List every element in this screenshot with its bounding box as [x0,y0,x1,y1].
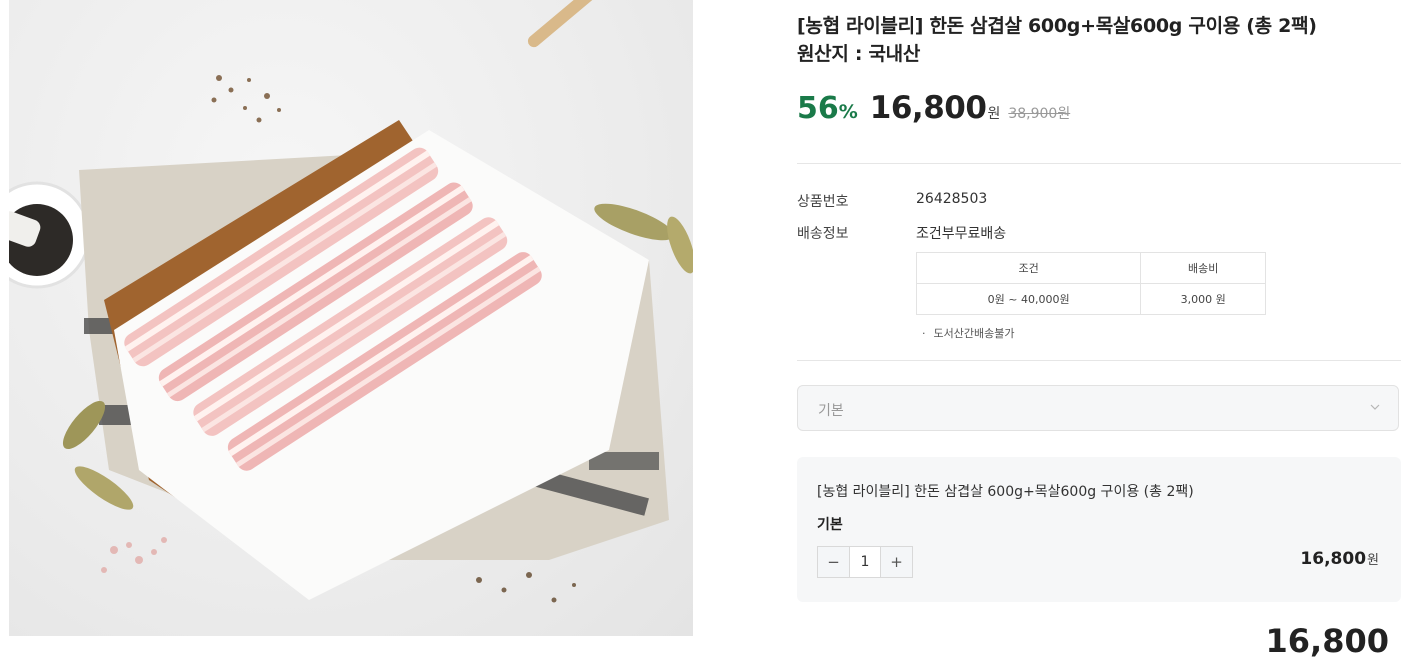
price-currency: 원 [987,103,1000,123]
shipping-label: 배송정보 [797,223,849,243]
divider [797,163,1401,164]
selected-option-variant: 기본 [817,514,843,534]
selected-option-price-value: 16,800 [1300,549,1366,569]
quantity-increase-button[interactable]: + [881,547,912,577]
table-header-row: 조건 배송비 [917,253,1266,284]
product-title-line1: [농협 라이블리] 한돈 삼겹살 600g+목살600g 구이용 (총 2팩) [797,12,1397,40]
product-image [9,0,693,636]
table-cell-fee: 3,000 원 [1141,284,1266,315]
shipping-note: 도서산간배송불가 [922,325,1014,341]
product-number-label: 상품번호 [797,191,849,211]
table-header-fee: 배송비 [1141,253,1266,284]
selected-option-currency: 원 [1367,553,1379,568]
option-select-value: 기본 [818,400,844,420]
table-cell-condition: 0원 ~ 40,000원 [917,284,1141,315]
shipping-value: 조건부무료배송 [916,223,1006,243]
option-select[interactable]: 기본 [797,385,1399,431]
divider [797,360,1401,361]
product-info: [농협 라이블리] 한돈 삼겹살 600g+목살600g 구이용 (총 2팩) … [797,0,1401,636]
selected-option-name: [농협 라이블리] 한돈 삼겹살 600g+목살600g 구이용 (총 2팩) [817,481,1194,501]
quantity-stepper[interactable]: − 1 + [817,546,913,578]
discount-unit: % [839,101,858,123]
shipping-fee-table: 조건 배송비 0원 ~ 40,000원 3,000 원 [916,252,1266,315]
table-row: 0원 ~ 40,000원 3,000 원 [917,284,1266,315]
sale-price: 16,800 [870,90,987,126]
original-price: 38,900원 [1008,103,1070,123]
total-price-peek: 16,800 [1266,622,1389,660]
price-row: 56% 16,800원 38,900원 [797,90,1070,130]
discount-rate: 56 [797,91,839,126]
selected-option-price: 16,800원 [1300,549,1379,569]
table-header-condition: 조건 [917,253,1141,284]
product-origin: 원산지 : 국내산 [797,40,1397,68]
selected-option-box: [농협 라이블리] 한돈 삼겹살 600g+목살600g 구이용 (총 2팩) … [797,457,1401,602]
quantity-value[interactable]: 1 [849,547,881,577]
product-title: [농협 라이블리] 한돈 삼겹살 600g+목살600g 구이용 (총 2팩) … [797,12,1397,68]
product-number: 26428503 [916,191,987,207]
quantity-decrease-button[interactable]: − [818,547,849,577]
chevron-down-icon [1370,398,1380,416]
